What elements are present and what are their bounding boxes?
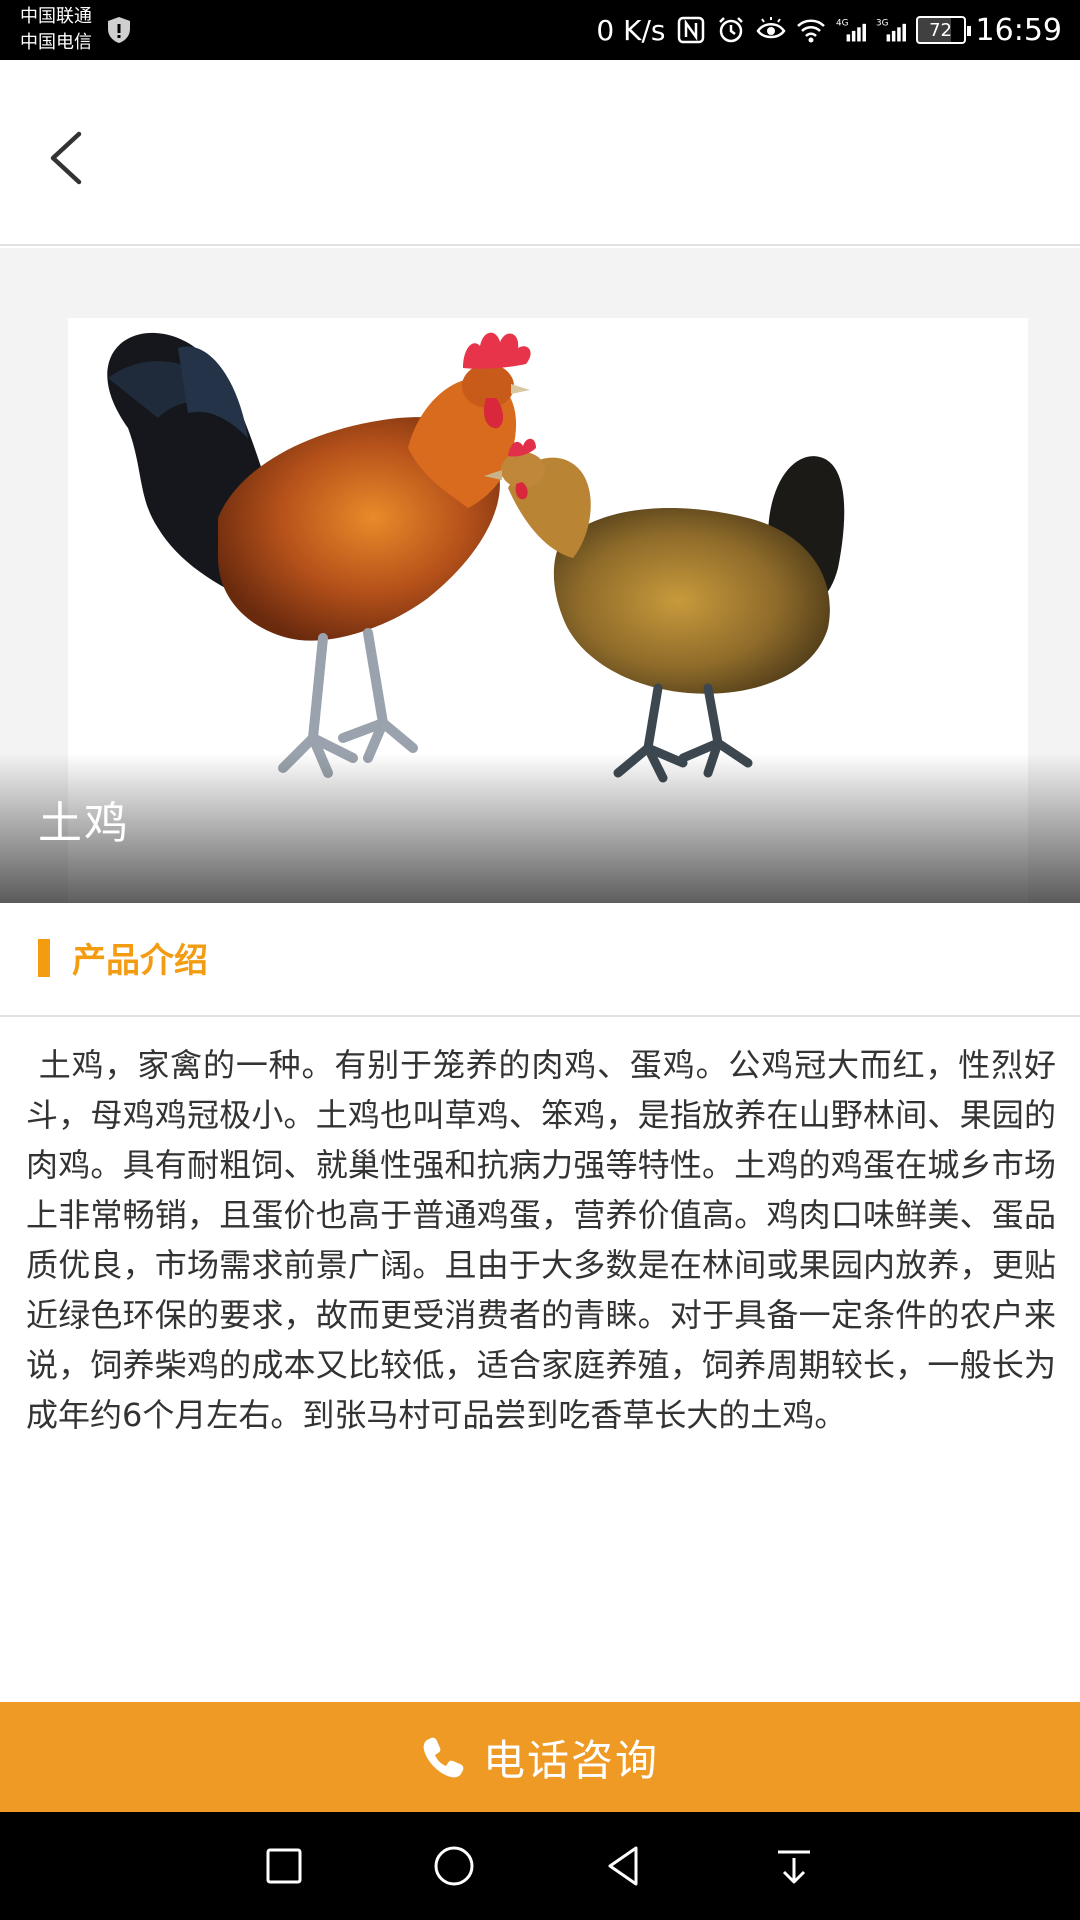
product-title: 土鸡 <box>38 798 130 849</box>
system-nav-bar <box>0 1812 1080 1920</box>
section-heading: 产品介绍 <box>0 903 1080 1017</box>
shield-icon <box>108 17 130 43</box>
back-triangle-icon[interactable] <box>598 1840 650 1892</box>
call-button-label: 电话咨询 <box>482 1735 659 1785</box>
phone-icon <box>423 1737 464 1778</box>
notification-pulldown-icon[interactable] <box>768 1840 820 1892</box>
recents-square-icon[interactable] <box>258 1840 310 1892</box>
phone-consult-button[interactable]: 电话咨询 <box>0 1702 1080 1812</box>
section-title: 产品介绍 <box>72 941 208 981</box>
app-header <box>0 60 1080 246</box>
section-accent-bar <box>38 939 50 977</box>
product-description: 土鸡，家禽的一种。有别于笼养的肉鸡、蛋鸡。公鸡冠大而红，性烈好斗，母鸡鸡冠极小。… <box>26 1040 1056 1440</box>
back-button[interactable] <box>32 120 98 196</box>
description-text: 土鸡，家禽的一种。有别于笼养的肉鸡、蛋鸡。公鸡冠大而红，性烈好斗，母鸡鸡冠极小。… <box>26 1046 1056 1434</box>
carrier-info: 中国联通 中国电信 <box>20 4 92 56</box>
status-indicators: 0 K/s 4G 3G 72 16:59 <box>596 0 1062 60</box>
battery-icon: 72 <box>915 16 971 44</box>
alarm-icon <box>718 17 743 43</box>
chevron-left-icon <box>50 131 82 185</box>
status-bar: 中国联通 中国电信 0 K/s 4G 3G 72 16:59 <box>0 0 1080 60</box>
network-speed: 0 K/s <box>596 13 666 47</box>
wifi-icon <box>796 19 825 43</box>
svg-text:4G: 4G <box>836 19 849 29</box>
product-image-banner: 土鸡 <box>0 248 1080 903</box>
hero-gradient-overlay <box>0 753 1080 903</box>
carrier-2: 中国电信 <box>20 32 92 53</box>
eye-icon <box>755 17 786 39</box>
clock: 16:59 <box>975 12 1062 48</box>
signal-3g-icon: 3G <box>876 19 906 42</box>
svg-text:3G: 3G <box>876 19 889 29</box>
battery-level: 72 <box>929 19 952 41</box>
nfc-icon <box>677 16 704 44</box>
carrier-1: 中国联通 <box>20 6 92 27</box>
home-circle-icon[interactable] <box>428 1840 480 1892</box>
signal-4g-icon: 4G <box>836 19 866 42</box>
